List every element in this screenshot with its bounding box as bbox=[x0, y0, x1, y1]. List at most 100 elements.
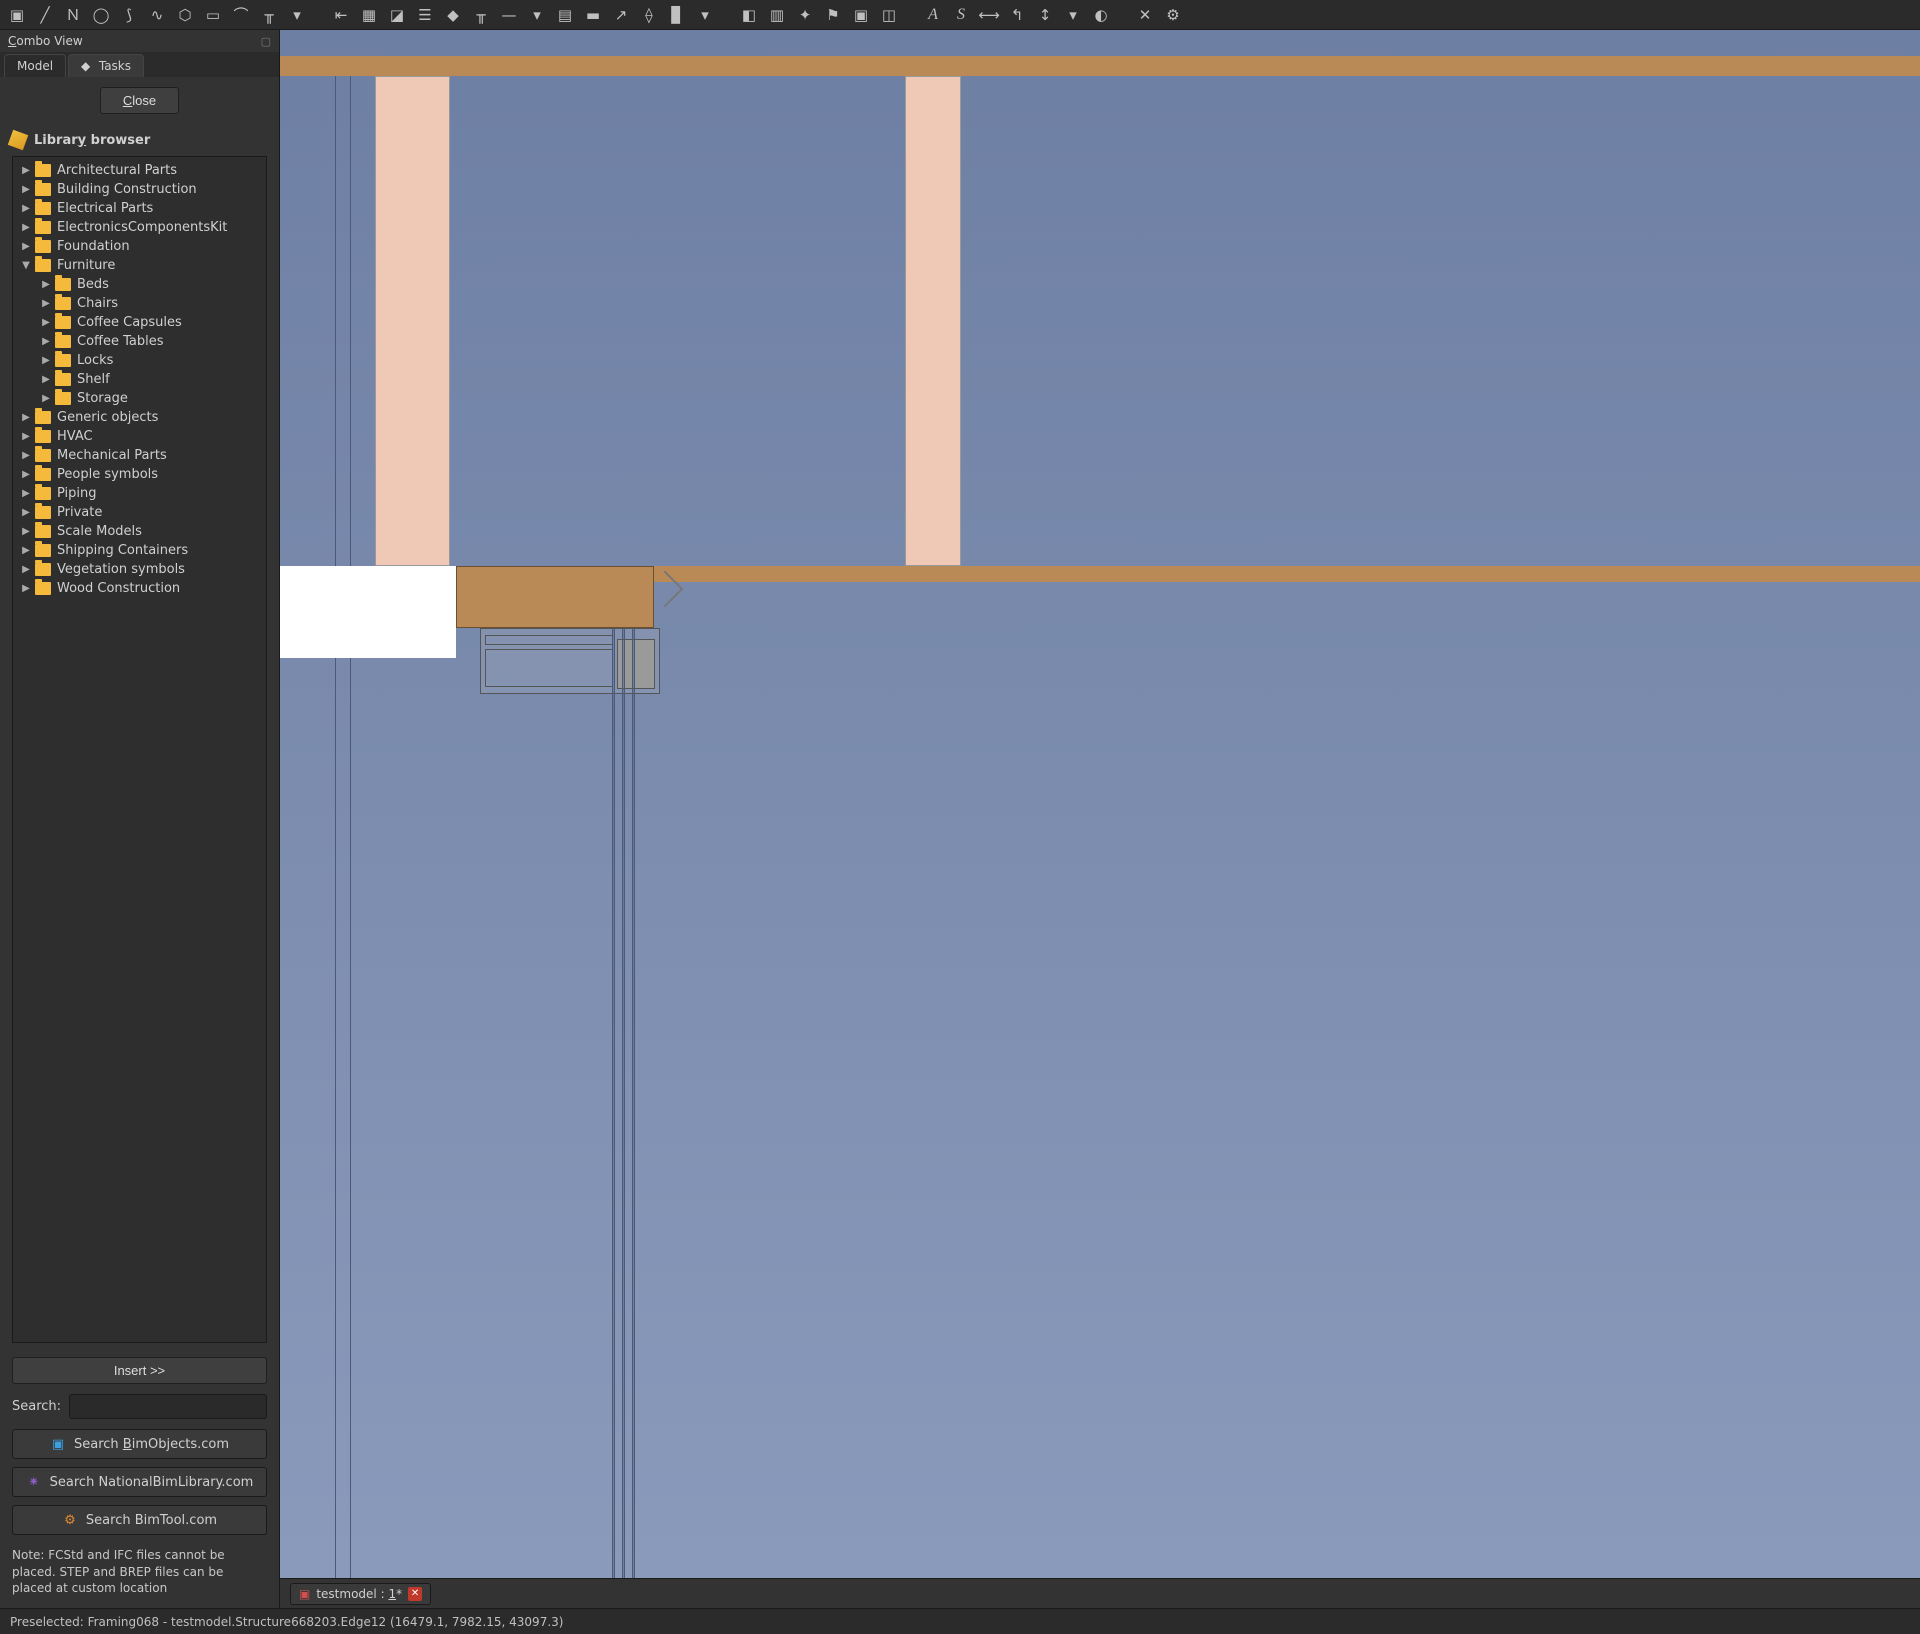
tree-item-people-symbols[interactable]: ▶People symbols bbox=[13, 465, 266, 484]
model-column-left bbox=[375, 76, 450, 566]
tree-item-generic-objects[interactable]: ▶Generic objects bbox=[13, 408, 266, 427]
combo-view-panel: Combo View ▢ Model ◆ Tasks Close Library… bbox=[0, 30, 280, 1608]
tool-spline-icon[interactable]: ∿ bbox=[146, 4, 168, 26]
nbl-icon: ✷ bbox=[26, 1474, 42, 1490]
bim-drop-icon[interactable]: ▾ bbox=[526, 4, 548, 26]
bim-wall-icon[interactable]: ▬ bbox=[582, 4, 604, 26]
model-glazing bbox=[606, 628, 642, 1578]
tree-item-architectural-parts[interactable]: ▶Architectural Parts bbox=[13, 161, 266, 180]
search-bimtool-button[interactable]: ⚙ Search BimTool.com bbox=[12, 1505, 267, 1535]
bim-stack-icon[interactable]: ☰ bbox=[414, 4, 436, 26]
tree-item-private[interactable]: ▶Private bbox=[13, 503, 266, 522]
tree-item-beds[interactable]: ▶Beds bbox=[13, 275, 266, 294]
close-button[interactable]: Close bbox=[100, 87, 179, 114]
annotation-vert-icon[interactable]: ↕ bbox=[1034, 4, 1056, 26]
search-bimobjects-button[interactable]: ▣ Search BimObjects.com bbox=[12, 1429, 267, 1459]
bim-module-icon[interactable]: ▣ bbox=[850, 4, 872, 26]
undock-icon[interactable]: ▢ bbox=[261, 35, 271, 48]
tree-item-piping[interactable]: ▶Piping bbox=[13, 484, 266, 503]
tool-bridge-icon[interactable]: ╥ bbox=[258, 4, 280, 26]
annotation-shape-icon[interactable]: S bbox=[950, 4, 972, 26]
bim-star-icon[interactable]: ✦ bbox=[794, 4, 816, 26]
search-label: Search: bbox=[12, 1399, 61, 1414]
tree-item-electronics-components-kit[interactable]: ▶ElectronicsComponentsKit bbox=[13, 218, 266, 237]
bimtool-icon: ⚙ bbox=[62, 1512, 78, 1528]
tree-item-locks[interactable]: ▶Locks bbox=[13, 351, 266, 370]
doc-tab-close-icon[interactable]: ✕ bbox=[408, 1587, 422, 1601]
tree-item-vegetation-symbols[interactable]: ▶Vegetation symbols bbox=[13, 560, 266, 579]
bim-flag-icon[interactable]: ⚑ bbox=[822, 4, 844, 26]
bim-cube-icon[interactable]: ◧ bbox=[738, 4, 760, 26]
tasks-icon: ◆ bbox=[81, 59, 95, 73]
bimobjects-icon: ▣ bbox=[50, 1436, 66, 1452]
annotation-leader-icon[interactable]: ↰ bbox=[1006, 4, 1028, 26]
tool-line-icon[interactable]: ╱ bbox=[34, 4, 56, 26]
tree-item-electrical-parts[interactable]: ▶Electrical Parts bbox=[13, 199, 266, 218]
status-bar: Preselected: Framing068 - testmodel.Stru… bbox=[0, 1608, 1920, 1634]
tool-polyline-icon[interactable]: Ｎ bbox=[62, 4, 84, 26]
model-beam-top bbox=[280, 56, 1920, 76]
library-tree[interactable]: ▶Architectural Parts ▶Building Construct… bbox=[12, 156, 267, 1343]
status-text: Preselected: Framing068 - testmodel.Stru… bbox=[10, 1615, 563, 1629]
bim-line-icon[interactable]: — bbox=[498, 4, 520, 26]
model-guide-2 bbox=[350, 76, 351, 1578]
model-white-block bbox=[280, 566, 456, 658]
annotation-text-icon[interactable]: A bbox=[922, 4, 944, 26]
annotation-drop-icon[interactable]: ▾ bbox=[1062, 4, 1084, 26]
bim-chart-icon[interactable]: ▥ bbox=[766, 4, 788, 26]
settings-icon[interactable]: ✕ bbox=[1134, 4, 1156, 26]
bim-pin-icon[interactable]: ⟠ bbox=[638, 4, 660, 26]
tool-circle-icon[interactable]: ◯ bbox=[90, 4, 112, 26]
bim-column-icon[interactable]: ╥ bbox=[470, 4, 492, 26]
combo-view-title: Combo View ▢ bbox=[0, 30, 279, 52]
tree-item-wood-construction[interactable]: ▶Wood Construction bbox=[13, 579, 266, 598]
tool-polygon-icon[interactable]: ⬡ bbox=[174, 4, 196, 26]
bim-slab-icon[interactable]: ◆ bbox=[442, 4, 464, 26]
tree-item-coffee-tables[interactable]: ▶Coffee Tables bbox=[13, 332, 266, 351]
tree-item-mechanical-parts[interactable]: ▶Mechanical Parts bbox=[13, 446, 266, 465]
tool-arc3pt-icon[interactable]: ⌒ bbox=[230, 4, 252, 26]
tool-rect-icon[interactable]: ▭ bbox=[202, 4, 224, 26]
library-browser-header[interactable]: Library browser bbox=[0, 124, 279, 156]
combo-tabs: Model ◆ Tasks bbox=[0, 52, 279, 77]
bim-drop2-icon[interactable]: ▾ bbox=[694, 4, 716, 26]
bim-book-icon[interactable]: ▊ bbox=[666, 4, 688, 26]
tree-item-shipping-containers[interactable]: ▶Shipping Containers bbox=[13, 541, 266, 560]
3d-viewport[interactable] bbox=[280, 30, 1920, 1578]
tree-item-chairs[interactable]: ▶Chairs bbox=[13, 294, 266, 313]
tool-select-icon[interactable]: ▣ bbox=[6, 4, 28, 26]
search-nationalbimlibrary-button[interactable]: ✷ Search NationalBimLibrary.com bbox=[12, 1467, 267, 1497]
bim-box3-icon[interactable]: ◫ bbox=[878, 4, 900, 26]
tab-model[interactable]: Model bbox=[4, 54, 66, 77]
placement-note: Note: FCStd and IFC files cannot be plac… bbox=[0, 1539, 279, 1608]
tool-dropdown-icon[interactable]: ▾ bbox=[286, 4, 308, 26]
tree-item-building-construction[interactable]: ▶Building Construction bbox=[13, 180, 266, 199]
bim-axis-icon[interactable]: ↗ bbox=[610, 4, 632, 26]
insert-button[interactable]: Insert >> bbox=[12, 1357, 267, 1384]
doc-tab-testmodel[interactable]: ▣ testmodel : 1* ✕ bbox=[290, 1583, 431, 1605]
bim-box1-icon[interactable]: ▦ bbox=[358, 4, 380, 26]
tree-item-shelf[interactable]: ▶Shelf bbox=[13, 370, 266, 389]
model-guide-1 bbox=[335, 76, 336, 1578]
tree-item-coffee-capsules[interactable]: ▶Coffee Capsules bbox=[13, 313, 266, 332]
doc-icon: ▣ bbox=[299, 1587, 310, 1601]
tree-item-furniture[interactable]: ▼Furniture bbox=[13, 256, 266, 275]
tool-arc-icon[interactable]: ⟆ bbox=[118, 4, 140, 26]
model-brown-block bbox=[456, 566, 654, 628]
document-tabs: ▣ testmodel : 1* ✕ bbox=[280, 1578, 1920, 1608]
tree-item-foundation[interactable]: ▶Foundation bbox=[13, 237, 266, 256]
tree-item-storage[interactable]: ▶Storage bbox=[13, 389, 266, 408]
model-column-right bbox=[905, 76, 961, 566]
annotation-dim-icon[interactable]: ⟷ bbox=[978, 4, 1000, 26]
tree-item-scale-models[interactable]: ▶Scale Models bbox=[13, 522, 266, 541]
annotation-half-icon[interactable]: ◐ bbox=[1090, 4, 1112, 26]
plugin-icon[interactable]: ⚙ bbox=[1162, 4, 1184, 26]
main-toolbar: ▣ ╱ Ｎ ◯ ⟆ ∿ ⬡ ▭ ⌒ ╥ ▾ ⇤ ▦ ◪ ☰ ◆ ╥ — ▾ ▤ … bbox=[0, 0, 1920, 30]
search-input[interactable] bbox=[69, 1394, 267, 1419]
bim-grid-icon[interactable]: ▤ bbox=[554, 4, 576, 26]
bim-section-icon[interactable]: ⇤ bbox=[330, 4, 352, 26]
tab-tasks[interactable]: ◆ Tasks bbox=[68, 54, 144, 77]
viewport-area: ▣ testmodel : 1* ✕ bbox=[280, 30, 1920, 1608]
tree-item-hvac[interactable]: ▶HVAC bbox=[13, 427, 266, 446]
bim-box2-icon[interactable]: ◪ bbox=[386, 4, 408, 26]
